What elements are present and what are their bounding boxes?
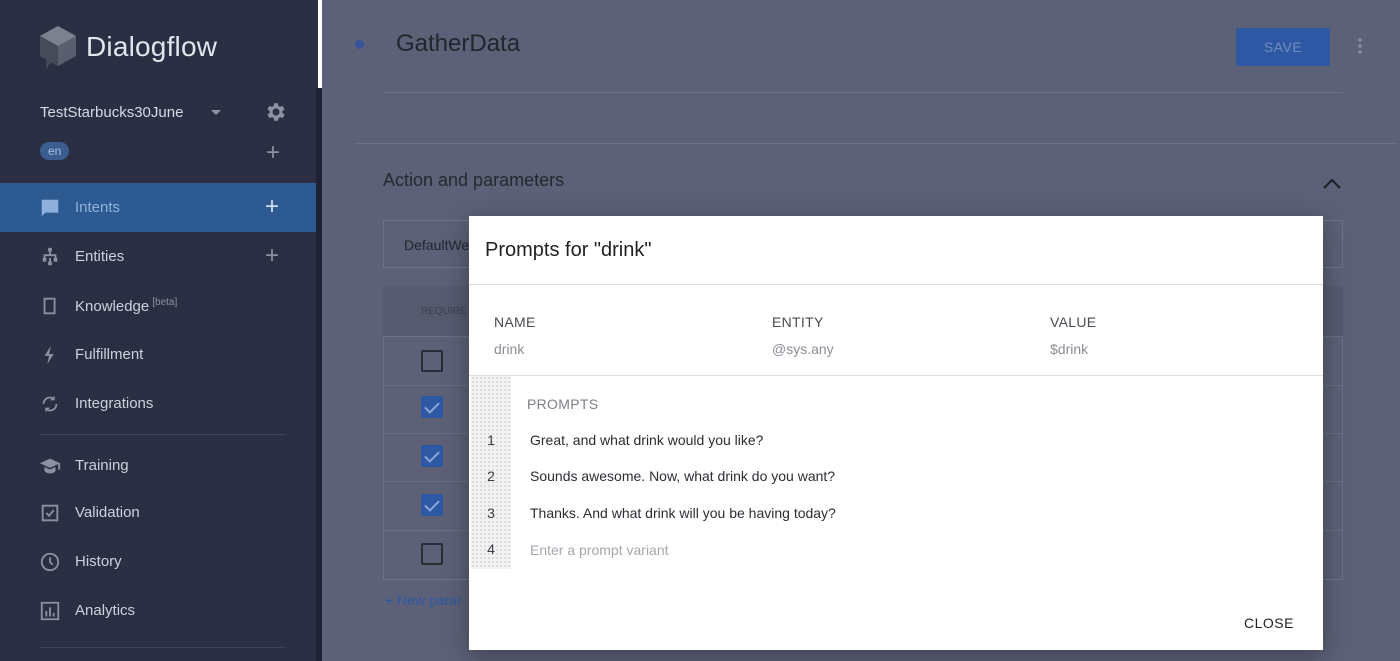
add-entity-icon[interactable]: +	[265, 244, 279, 268]
required-checkbox[interactable]	[421, 445, 443, 467]
bar-chart-icon	[38, 599, 62, 623]
dialog-divider	[469, 375, 1323, 376]
sidebar-item-label: Integrations	[75, 395, 154, 412]
sidebar-item-intents[interactable]: Intents +	[0, 183, 318, 232]
caret-down-icon	[211, 109, 222, 115]
sidebar-item-validation[interactable]: Validation	[0, 488, 318, 537]
sidebar-item-training[interactable]: Training	[0, 441, 318, 490]
agent-name: TestStarbucks30June	[40, 103, 184, 121]
prompt-number: 3	[487, 505, 495, 521]
dialog-divider	[469, 284, 1323, 285]
param-entity-value: @sys.any	[772, 341, 834, 357]
prompt-number: 4	[487, 541, 495, 557]
prompt-number: 2	[487, 468, 495, 484]
sidebar-item-label: Analytics	[75, 602, 136, 619]
sidebar-item-label: History	[75, 553, 122, 570]
sidebar-item-entities[interactable]: Entities +	[0, 232, 318, 281]
gear-icon[interactable]	[264, 100, 288, 124]
required-checkbox[interactable]	[421, 350, 443, 372]
close-button[interactable]: CLOSE	[1244, 615, 1294, 631]
prompts-dialog: Prompts for "drink" NAME ENTITY VALUE dr…	[469, 216, 1323, 650]
divider	[355, 143, 1397, 144]
sidebar-item-label: Fulfillment	[75, 346, 144, 363]
sidebar-item-label: Training	[75, 457, 129, 474]
chevron-up-icon[interactable]	[1322, 176, 1342, 190]
graduation-cap-icon	[38, 454, 62, 478]
sidebar-item-fulfillment[interactable]: Fulfillment	[0, 330, 318, 379]
nav-divider	[40, 647, 286, 648]
column-header-required: REQUIRE	[421, 306, 467, 317]
dialogflow-logo-icon	[40, 26, 76, 69]
intent-title[interactable]: GatherData	[396, 30, 520, 58]
more-vert-icon[interactable]	[1355, 37, 1365, 55]
prompts-label: PROMPTS	[527, 396, 599, 412]
divider	[383, 92, 1343, 93]
sidebar-item-label: Validation	[75, 504, 140, 521]
prompt-variant[interactable]: Sounds awesome. Now, what drink do you w…	[530, 468, 835, 484]
save-button[interactable]: SAVE	[1236, 28, 1330, 66]
bolt-icon	[38, 343, 62, 367]
book-icon	[38, 294, 62, 318]
dialog-title: Prompts for "drink"	[485, 239, 652, 261]
add-intent-icon[interactable]: +	[265, 195, 279, 219]
app-name: Dialogflow	[86, 31, 218, 62]
column-label-name: NAME	[494, 314, 536, 330]
prompt-variant[interactable]: Great, and what drink would you like?	[530, 432, 763, 448]
action-name-value: DefaultWe	[404, 237, 470, 253]
beta-badge: [beta]	[152, 296, 178, 308]
sidebar: Dialogflow TestStarbucks30June en + Inte…	[0, 0, 318, 661]
required-checkbox[interactable]	[421, 396, 443, 418]
language-badge[interactable]: en	[40, 142, 70, 160]
chat-icon	[38, 196, 62, 220]
new-parameter-link[interactable]: + New parar	[385, 592, 462, 608]
logo[interactable]: Dialogflow	[38, 24, 217, 70]
param-name-value: drink	[494, 341, 525, 357]
sidebar-item-label: Intents	[75, 199, 121, 216]
sync-icon	[38, 392, 62, 416]
sidebar-item-label: Entities	[75, 248, 125, 265]
param-value-value: $drink	[1050, 341, 1089, 357]
sidebar-item-analytics[interactable]: Analytics	[0, 586, 318, 635]
add-language-icon[interactable]: +	[266, 141, 280, 165]
sidebar-item-knowledge[interactable]: Knowledge [beta]	[0, 281, 318, 330]
required-checkbox[interactable]	[421, 494, 443, 516]
sidebar-item-history[interactable]: History	[0, 537, 318, 586]
required-checkbox[interactable]	[421, 543, 443, 565]
sidebar-item-integrations[interactable]: Integrations	[0, 379, 318, 428]
prompt-number: 1	[487, 432, 495, 448]
sidebar-item-label: Knowledge [beta]	[75, 296, 178, 315]
clock-icon	[38, 550, 62, 574]
column-label-entity: ENTITY	[772, 314, 824, 330]
checkbox-icon	[38, 501, 62, 525]
prompt-variant[interactable]: Thanks. And what drink will you be havin…	[530, 505, 836, 521]
column-label-value: VALUE	[1050, 314, 1097, 330]
section-title[interactable]: Action and parameters	[383, 170, 564, 191]
agent-selector[interactable]: TestStarbucks30June	[40, 100, 290, 124]
status-dot	[355, 40, 364, 49]
hierarchy-icon	[38, 245, 62, 269]
nav-divider	[40, 434, 286, 435]
new-prompt-input[interactable]: Enter a prompt variant	[530, 542, 669, 558]
